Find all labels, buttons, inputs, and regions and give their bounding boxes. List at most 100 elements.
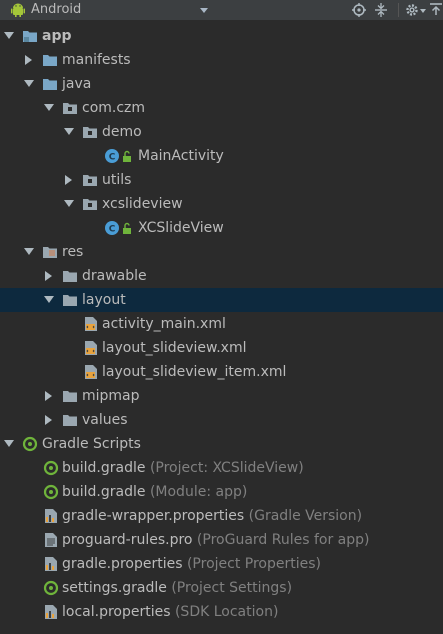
tree-item-label: xcslideview <box>102 196 183 212</box>
tree-item-build-gradle-module[interactable]: build.gradle (Module: app) <box>0 480 443 504</box>
properties-file-icon <box>45 509 57 523</box>
tree-item-label: utils <box>102 172 132 188</box>
hide-icon[interactable] <box>428 2 443 18</box>
tree-item-layout[interactable]: layout <box>0 288 443 312</box>
project-view-selector[interactable]: Android <box>31 1 81 19</box>
expand-arrow-icon[interactable] <box>4 440 14 447</box>
tree-item-build-gradle-project[interactable]: build.gradle (Project: XCSlideView) <box>0 456 443 480</box>
chevron-down-icon[interactable] <box>200 8 208 13</box>
text-file-icon <box>45 533 57 547</box>
tree-item-manifests[interactable]: manifests <box>0 48 443 72</box>
gear-icon[interactable] <box>404 2 420 18</box>
expand-arrow-icon[interactable] <box>45 271 52 281</box>
tree-item-gradle-properties[interactable]: gradle.properties (Project Properties) <box>0 552 443 576</box>
tree-item-label: Gradle Scripts <box>42 436 141 452</box>
class-icon: C <box>105 221 119 235</box>
svg-text:C: C <box>109 225 116 235</box>
tree-item-label: layout_slideview.xml <box>102 340 247 356</box>
tree-item-label: com.czm <box>82 100 146 116</box>
expand-arrow-icon[interactable] <box>64 128 74 135</box>
tree-item-hint: (Project Settings) <box>171 580 293 596</box>
tree-item-label: local.properties (SDK Location) <box>62 604 279 620</box>
tree-item-main-activity[interactable]: C MainActivity <box>0 144 443 168</box>
tree-item-utils[interactable]: utils <box>0 168 443 192</box>
resource-folder-icon <box>43 247 57 258</box>
gradle-icon <box>22 436 38 452</box>
tree-item-hint: (ProGuard Rules for app) <box>196 532 370 548</box>
tree-item-label: gradle.properties (Project Properties) <box>62 556 321 572</box>
tree-item-label: build.gradle (Project: XCSlideView) <box>62 460 304 476</box>
tree-item-gradle-scripts[interactable]: Gradle Scripts <box>0 432 443 456</box>
tree-item-com-czm[interactable]: com.czm <box>0 96 443 120</box>
tree-item-hint: (Project Properties) <box>186 556 321 572</box>
properties-file-icon <box>45 557 57 571</box>
android-icon <box>11 3 25 17</box>
tree-item-label: XCSlideView <box>138 220 224 236</box>
expand-arrow-icon[interactable] <box>64 200 74 207</box>
gradle-file-icon <box>43 580 59 596</box>
gradle-file-icon <box>43 460 59 476</box>
folder-icon <box>63 391 77 402</box>
tree-item-label: gradle-wrapper.properties (Gradle Versio… <box>62 508 363 524</box>
tree-item-drawable[interactable]: drawable <box>0 264 443 288</box>
tree-item-java[interactable]: java <box>0 72 443 96</box>
tree-item-hint: (Gradle Version) <box>248 508 363 524</box>
tree-item-gradle-wrapper-properties[interactable]: gradle-wrapper.properties (Gradle Versio… <box>0 504 443 528</box>
tree-item-layout-slideview-item-xml[interactable]: layout_slideview_item.xml <box>0 360 443 384</box>
tree-item-label: app <box>42 28 72 44</box>
tree-item-label: layout <box>82 292 126 308</box>
tree-item-label: values <box>82 412 128 428</box>
tree-item-hint: (SDK Location) <box>174 604 279 620</box>
folder-icon <box>43 79 57 90</box>
folder-icon <box>63 415 77 426</box>
tree-item-label: MainActivity <box>138 148 224 164</box>
tree-item-hint: (Module: app) <box>149 484 248 500</box>
module-folder-icon <box>23 31 37 42</box>
tree-item-label: layout_slideview_item.xml <box>102 364 287 380</box>
expand-arrow-icon[interactable] <box>44 296 54 303</box>
xml-file-icon <box>85 341 97 355</box>
expand-arrow-icon[interactable] <box>24 248 34 255</box>
expand-arrow-icon[interactable] <box>24 80 34 87</box>
expand-arrow-icon[interactable] <box>45 415 52 425</box>
xml-file-icon <box>85 317 97 331</box>
expand-arrow-icon[interactable] <box>65 175 72 185</box>
package-icon <box>83 199 97 210</box>
collapse-icon[interactable] <box>373 2 389 18</box>
expand-arrow-icon[interactable] <box>45 391 52 401</box>
folder-icon <box>63 271 77 282</box>
crosshair-icon[interactable] <box>351 2 367 18</box>
tree-item-values[interactable]: values <box>0 408 443 432</box>
settings-dropdown-icon[interactable] <box>420 9 426 13</box>
tree-item-demo[interactable]: demo <box>0 120 443 144</box>
gradle-file-icon <box>43 484 59 500</box>
folder-icon <box>63 295 77 306</box>
tree-item-label: demo <box>102 124 142 140</box>
tree-item-activity-main-xml[interactable]: activity_main.xml <box>0 312 443 336</box>
package-icon <box>83 127 97 138</box>
tree-item-label: proguard-rules.pro (ProGuard Rules for a… <box>62 532 370 548</box>
class-icon: C <box>105 149 119 163</box>
tree-item-xcslideview-class[interactable]: C XCSlideView <box>0 216 443 240</box>
toolbar-divider <box>398 3 399 17</box>
expand-arrow-icon[interactable] <box>44 104 54 111</box>
tree-item-label: res <box>62 244 84 260</box>
tree-item-mipmap[interactable]: mipmap <box>0 384 443 408</box>
tree-item-xcslideview[interactable]: xcslideview <box>0 192 443 216</box>
tree-item-local-properties[interactable]: local.properties (SDK Location) <box>0 600 443 624</box>
tree-item-layout-slideview-xml[interactable]: layout_slideview.xml <box>0 336 443 360</box>
tree-item-label: mipmap <box>82 388 140 404</box>
tree-item-app[interactable]: app <box>0 24 443 48</box>
tree-item-proguard-rules[interactable]: proguard-rules.pro (ProGuard Rules for a… <box>0 528 443 552</box>
tree-item-settings-gradle[interactable]: settings.gradle (Project Settings) <box>0 576 443 600</box>
lock-icon <box>123 222 131 234</box>
tree-item-res[interactable]: res <box>0 240 443 264</box>
tree-item-hint: (Project: XCSlideView) <box>149 460 304 476</box>
tree-item-label: java <box>62 76 92 92</box>
xml-file-icon <box>85 365 97 379</box>
properties-file-icon <box>45 605 57 619</box>
expand-arrow-icon[interactable] <box>4 32 14 39</box>
package-icon <box>83 175 97 186</box>
expand-arrow-icon[interactable] <box>25 55 32 65</box>
package-icon <box>63 103 77 114</box>
